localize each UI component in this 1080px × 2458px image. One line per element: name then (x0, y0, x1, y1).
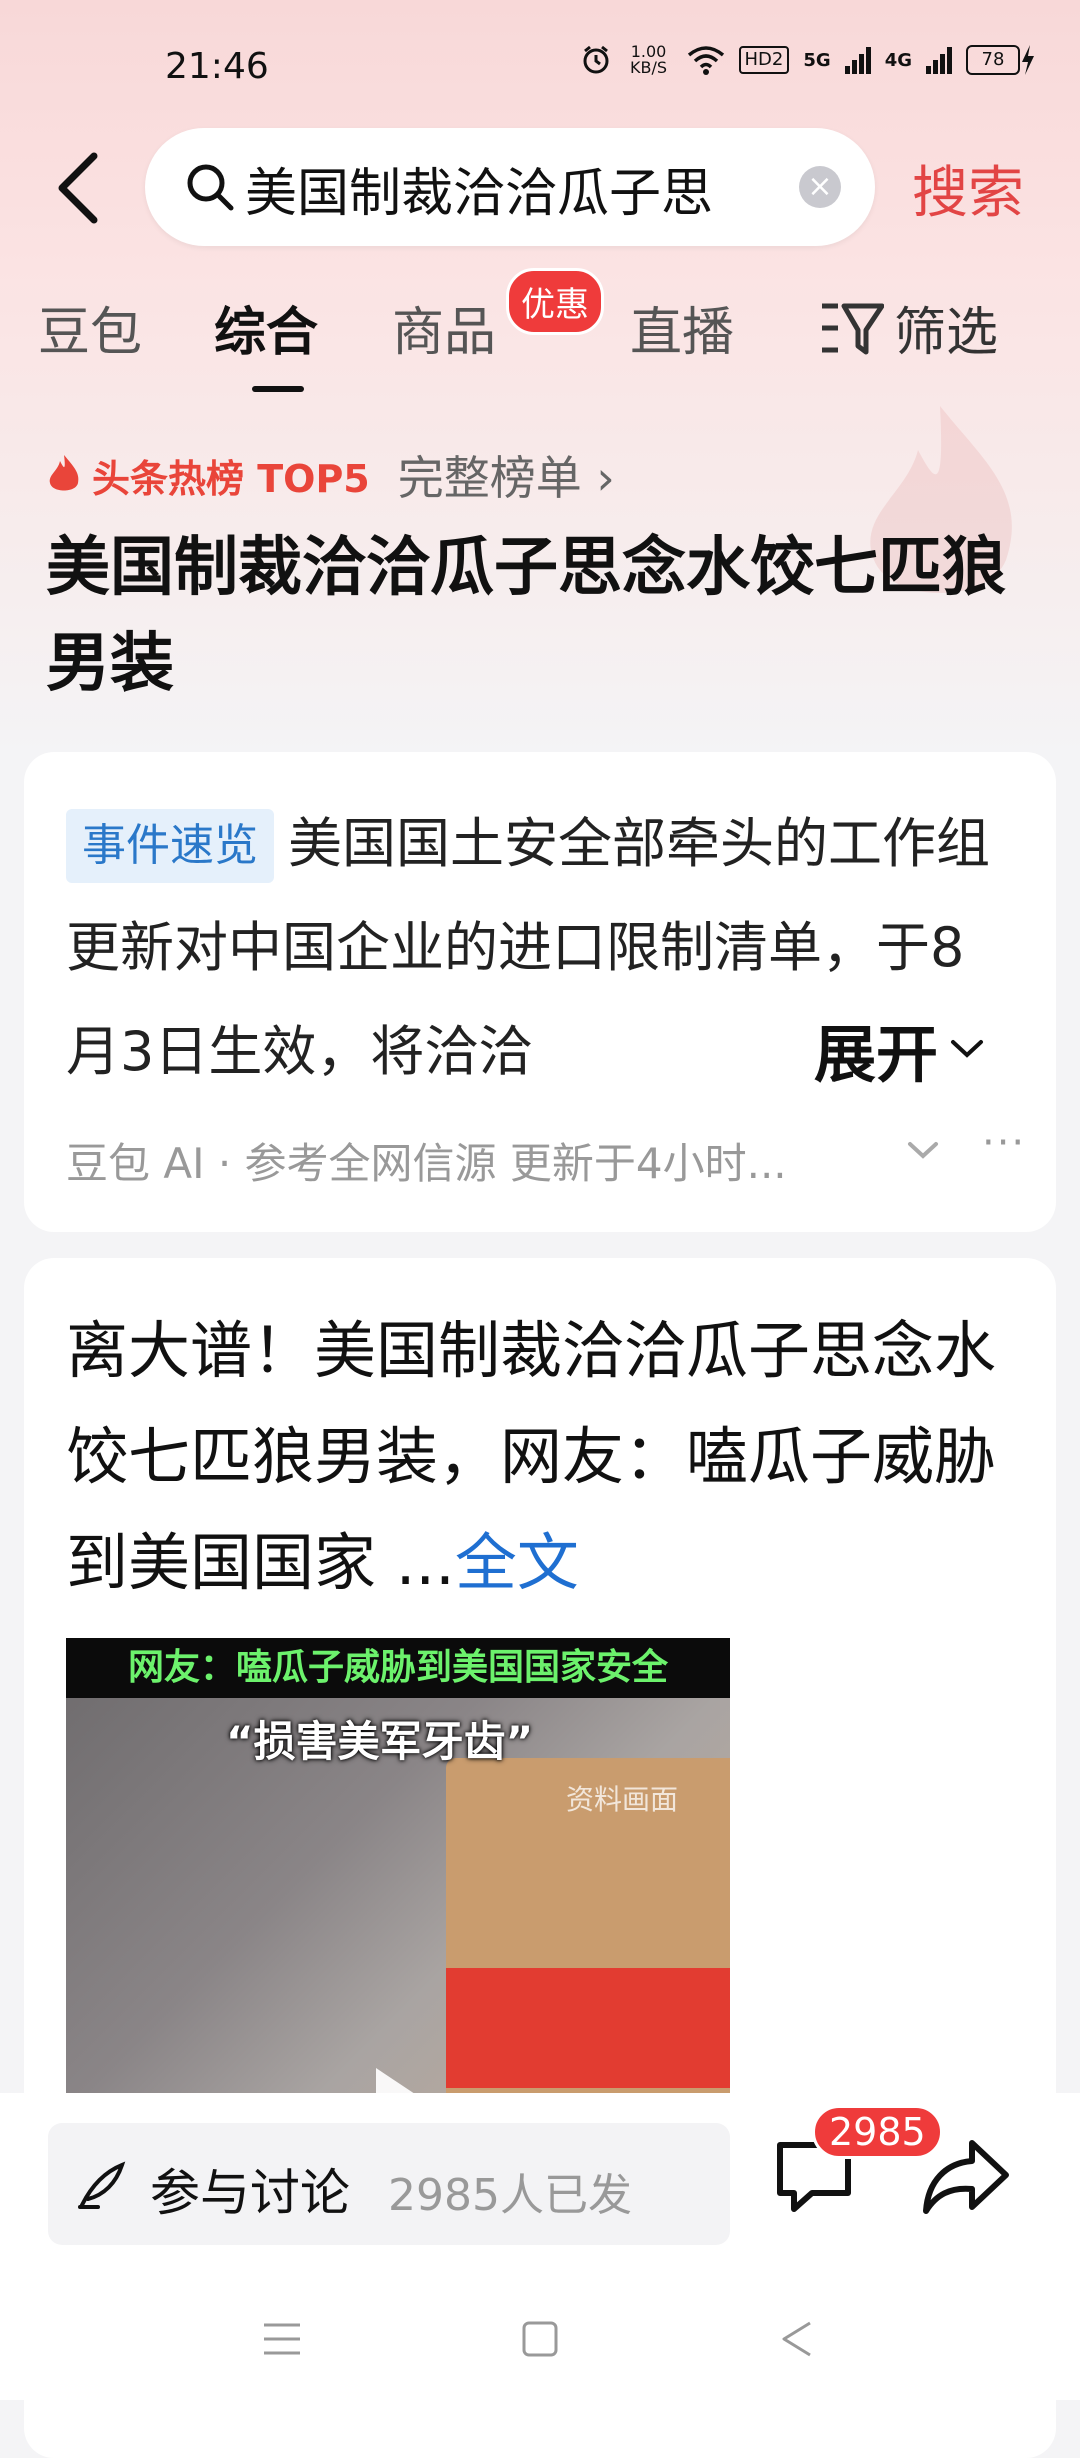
battery-icon: 78 (966, 45, 1036, 75)
menu-nav-icon[interactable] (262, 2319, 302, 2359)
tab-live[interactable]: 直播 (630, 290, 734, 365)
tab-doubao[interactable]: 豆包 (38, 290, 142, 365)
active-tab-indicator (252, 386, 304, 392)
status-time: 21:46 (165, 46, 269, 87)
flame-icon (49, 455, 79, 491)
wifi-icon (687, 46, 724, 75)
pen-icon (78, 2161, 126, 2209)
expand-label: 展开 (814, 1018, 939, 1091)
bottom-bar: 参与讨论 2985人已发 2985 (0, 2093, 1080, 2400)
ai-source: 豆包 AI · 参考全网信源 更新于4小时... (66, 1139, 787, 1188)
hot-list-row: 头条热榜 TOP5 完整榜单 › (46, 442, 615, 508)
search-icon (187, 164, 234, 211)
search-button[interactable]: 搜索 (912, 148, 1024, 229)
battery-level: 78 (966, 45, 1020, 75)
search-input[interactable] (243, 150, 767, 226)
read-full-link[interactable]: 全文 (455, 1526, 579, 1599)
net-speed: 1.00 KB/S (630, 42, 668, 77)
chevron-down-icon (951, 1040, 984, 1058)
discuss-label: 参与讨论 (150, 2164, 350, 2222)
source-chevron-down-icon[interactable] (906, 1128, 940, 1172)
discuss-count: 2985人已发 (388, 2170, 632, 2221)
status-icons: 1.00 KB/S HD2 5G 4G 78 (581, 44, 1036, 76)
tab-general[interactable]: 综合 (214, 290, 318, 365)
news-title[interactable]: 离大谱！美国制裁洽洽瓜子思念水饺七匹狼男装，网友：嗑瓜子威胁到美国国家 ...全… (66, 1298, 1046, 1616)
net1-label: 5G (803, 49, 831, 71)
alarm-icon (583, 45, 609, 74)
net2-label: 4G (884, 49, 912, 71)
filter-button[interactable]: 筛选 (820, 290, 998, 365)
discount-badge: 优惠 (506, 268, 604, 335)
more-options-icon[interactable]: ··· (982, 1120, 1026, 1166)
video-archive-label: 资料画面 (566, 1783, 679, 1816)
status-bar: 21:46 1.00 KB/S HD2 5G 4G 78 (0, 0, 1080, 130)
hd-icon: HD2 (738, 46, 790, 74)
video-thumbnail[interactable]: 网友：嗑瓜子威胁到美国国家安全 “损害美军牙齿” 资料画面 (66, 1638, 730, 2158)
back-nav-icon[interactable] (778, 2319, 818, 2359)
back-arrow-icon[interactable] (50, 148, 110, 228)
ai-summary-card[interactable]: 事件速览 美国国土安全部牵头的工作组更新对中国企业的进口限制清单，于8月3日生效，… (24, 752, 1056, 1232)
share-icon[interactable] (920, 2135, 1012, 2219)
topic-title: 美国制裁洽洽瓜子思念水饺七匹狼男装 (46, 531, 1006, 701)
signal-2-icon (926, 46, 952, 74)
expand-button[interactable]: 展开 (814, 1004, 985, 1094)
video-caption-quote: “损害美军牙齿” (226, 1717, 534, 1766)
filter-label: 筛选 (894, 303, 999, 363)
clear-search-button[interactable]: × (799, 166, 841, 208)
tab-products[interactable]: 商品 (392, 290, 496, 365)
search-box[interactable]: × (145, 128, 875, 246)
charging-icon (1022, 45, 1034, 75)
home-nav-icon[interactable] (520, 2319, 560, 2359)
filter-icon (822, 303, 884, 354)
hot-list-label: 头条热榜 TOP5 (92, 456, 370, 501)
video-package-band (446, 1968, 730, 2088)
video-caption-top: 网友：嗑瓜子威胁到美国国家安全 (66, 1638, 730, 1698)
signal-1-icon (844, 46, 871, 74)
event-tag: 事件速览 (66, 809, 274, 883)
discuss-input[interactable]: 参与讨论 2985人已发 (48, 2123, 730, 2245)
full-list-link[interactable]: 完整榜单 › (398, 442, 615, 508)
